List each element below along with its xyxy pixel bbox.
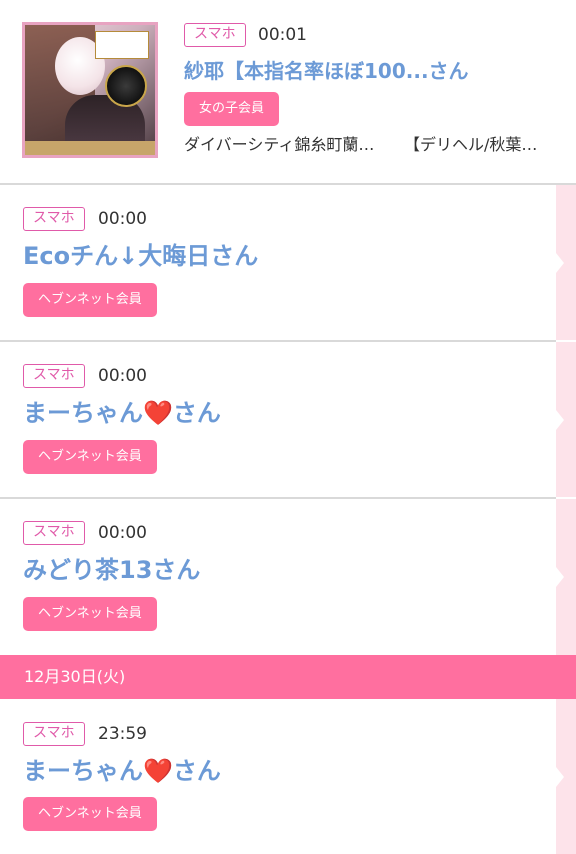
visit-time: 00:01 [258, 25, 307, 45]
visitor-name-link[interactable]: みどり茶13さん [23, 555, 200, 585]
visitor-name-link[interactable]: まーちゃん❤️さん [23, 756, 221, 786]
visit-time: 00:00 [98, 523, 147, 543]
member-badge: ヘブンネット会員 [23, 283, 157, 317]
profile-thumbnail[interactable] [22, 22, 158, 158]
list-item[interactable]: スマホ 00:01 紗耶【本指名率ほぼ100...さん 女の子会員 ダイバーシテ… [0, 0, 576, 185]
side-strip [556, 185, 576, 340]
side-strip [556, 342, 576, 497]
thumbnail-footer [25, 141, 155, 155]
member-badge: 女の子会員 [184, 92, 280, 126]
list-item[interactable]: スマホ 00:00 Ecoチん↓大晦日さん ヘブンネット会員 [0, 185, 556, 342]
list-item[interactable]: スマホ 00:00 まーちゃん❤️さん ヘブンネット会員 [0, 342, 556, 499]
date-divider: 12月30日(火) [0, 655, 576, 699]
member-badge: ヘブンネット会員 [23, 797, 157, 831]
member-badge: ヘブンネット会員 [23, 440, 157, 474]
medal-icon [105, 65, 147, 107]
side-strip [556, 499, 576, 655]
visitor-name-link[interactable]: 紗耶【本指名率ほぼ100...さん [184, 56, 469, 86]
list-item[interactable]: スマホ 23:59 まーちゃん❤️さん ヘブンネット会員 [0, 699, 556, 854]
device-tag: スマホ [23, 364, 85, 388]
shop-name-link[interactable]: ダイバーシティ錦糸町蘭… [184, 134, 374, 156]
ranking-badge-icon [95, 31, 149, 59]
visitor-name-link[interactable]: まーちゃん❤️さん [23, 398, 221, 428]
list-item[interactable]: スマホ 00:00 みどり茶13さん ヘブンネット会員 [0, 499, 556, 655]
visitor-name-link[interactable]: Ecoチん↓大晦日さん [23, 241, 258, 271]
visitor-feed: スマホ 00:01 紗耶【本指名率ほぼ100...さん 女の子会員 ダイバーシテ… [0, 0, 576, 854]
shop-category-link[interactable]: 【デリヘル/秋葉… [404, 134, 537, 156]
side-strip [556, 699, 576, 854]
device-tag: スマホ [23, 207, 85, 231]
visit-time: 00:00 [98, 366, 147, 386]
device-tag: スマホ [23, 722, 85, 746]
visit-time: 00:00 [98, 209, 147, 229]
device-tag: スマホ [23, 521, 85, 545]
device-tag: スマホ [184, 23, 246, 47]
member-badge: ヘブンネット会員 [23, 597, 157, 631]
visit-time: 23:59 [98, 724, 147, 744]
